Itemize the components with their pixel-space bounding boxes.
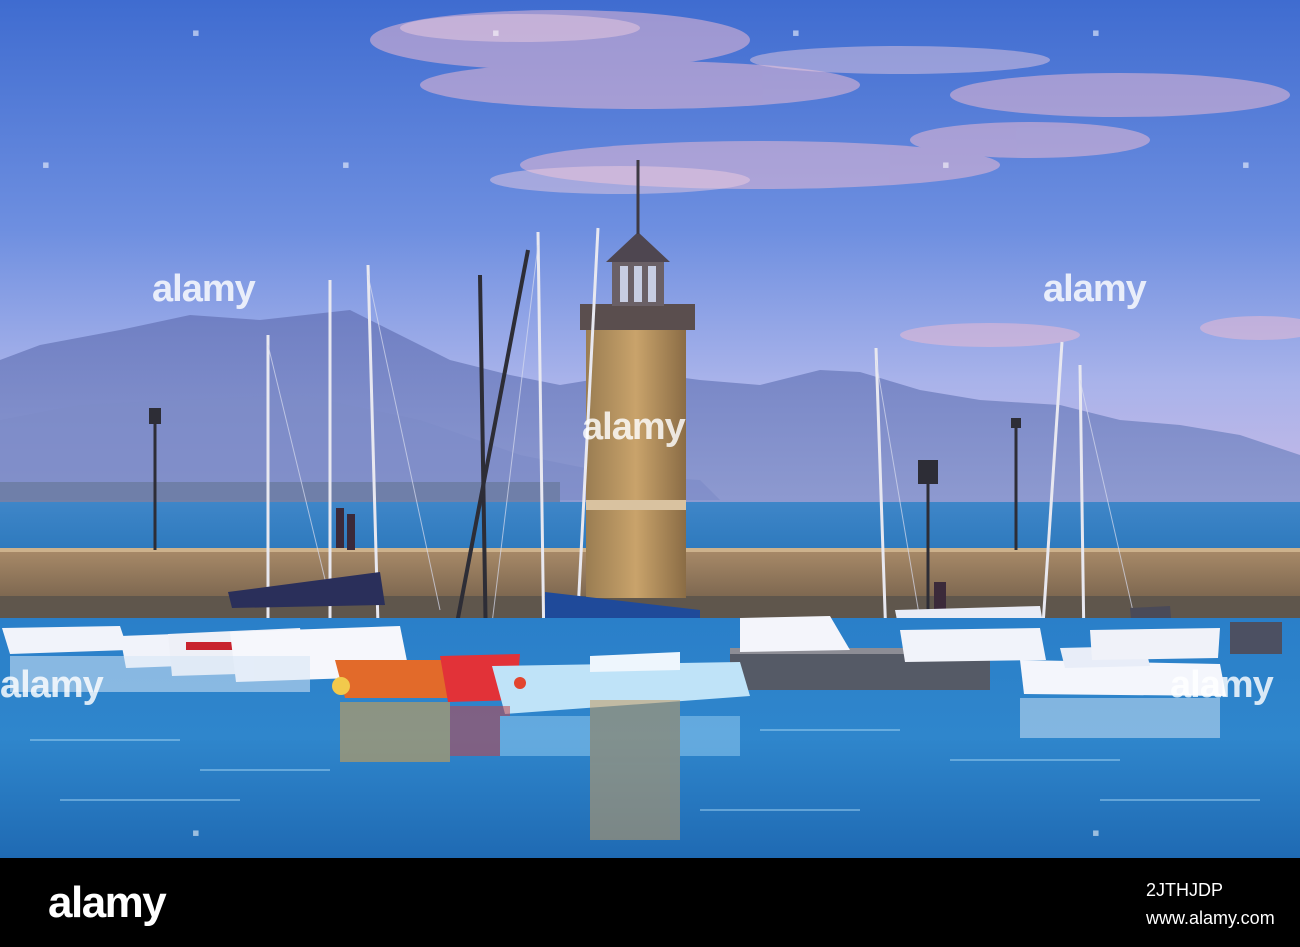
footer-bar: alamy 2JTHJDP www.alamy.com: [0, 858, 1300, 947]
watermark-bottom-left: alamy: [0, 664, 104, 706]
watermark-center: alamy: [582, 406, 686, 448]
watermark-dot-6: ▪: [342, 152, 350, 177]
stock-photo: alamy alamy alamy alamy alamy ▪ ▪ ▪ ▪ ▪ …: [0, 0, 1300, 947]
watermark-dot-8: ▪: [1242, 152, 1250, 177]
watermark-dot-3: ▪: [792, 20, 800, 45]
watermark-dot-10: ▪: [1092, 820, 1100, 845]
watermark-dot-2: ▪: [492, 20, 500, 45]
watermark-dot-9: ▪: [192, 820, 200, 845]
watermark-dot-1: ▪: [192, 20, 200, 45]
watermark-dot-5: ▪: [42, 152, 50, 177]
watermark-left: alamy: [152, 268, 256, 310]
watermark-right: alamy: [1043, 268, 1147, 310]
watermark-dot-4: ▪: [1092, 20, 1100, 45]
brand-logo: alamy: [48, 878, 167, 927]
watermark-bottom-right: alamy: [1170, 664, 1274, 706]
image-id-label: 2JTHJDP: [1146, 880, 1224, 900]
site-url-label: www.alamy.com: [1146, 908, 1275, 928]
watermark-dot-7: ▪: [942, 152, 950, 177]
